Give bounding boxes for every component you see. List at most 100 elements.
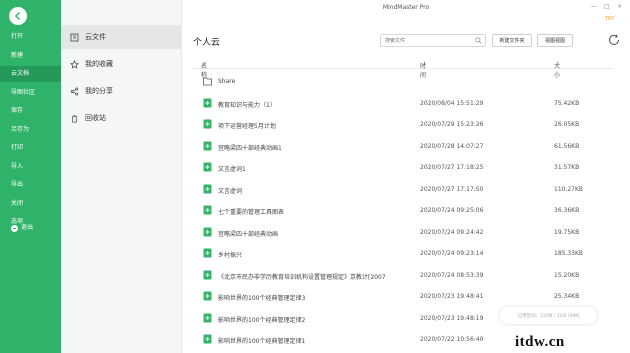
file-row[interactable]: 宫略梁四十部经典动画1 2020/07/28 14:07:27 61.56KB — [193, 136, 613, 157]
cloud-file-icon — [70, 33, 79, 41]
mindmap-file-icon — [203, 205, 212, 215]
file-time: 2020/07/22 10:56:40 — [420, 336, 484, 343]
sort-desc-icon: ↓ — [422, 61, 427, 67]
left-menu-item[interactable]: 导出 — [0, 177, 61, 193]
search-input[interactable] — [381, 35, 471, 46]
file-time: 2020/08/04 15:51:29 — [420, 99, 484, 107]
maximize-icon[interactable]: □ — [604, 3, 610, 10]
left-menu-item[interactable]: 另存为 — [0, 122, 61, 138]
file-name: 文言虚词 — [218, 187, 243, 195]
search-icon[interactable] — [475, 37, 482, 44]
share-icon — [70, 87, 79, 95]
layout-view-button[interactable]: 视图视图 — [537, 34, 573, 47]
file-name: 宫略梁四十部经典动画 — [218, 230, 279, 238]
folder-row[interactable]: Share — [193, 71, 613, 92]
close-icon[interactable]: × — [617, 3, 622, 10]
nav-item-label: 我的分享 — [85, 87, 113, 95]
left-menu-item[interactable]: 保存 — [0, 103, 61, 119]
left-menu-item[interactable]: 打印 — [0, 140, 61, 156]
file-name: 影响世界的100个经典管理定律2 — [218, 316, 306, 324]
table-header: 名称 ⇕ 时间 ↓ 大小 ⇕ — [193, 55, 613, 79]
file-time: 2020/07/23 19:48:19 — [420, 314, 484, 322]
file-size: 15.20KB — [554, 271, 580, 279]
app-title: MindMaster Pro — [382, 4, 430, 11]
file-name: Share — [218, 78, 236, 85]
file-name: 影响世界的100个经典管理定律3 — [218, 295, 306, 302]
file-size: 185.33KB — [554, 250, 584, 257]
mindmap-file-icon — [203, 162, 212, 172]
file-time: 2020/07/23 19:48:41 — [420, 293, 484, 300]
file-row[interactable]: 乡村振兴 2020/07/24 09:23:14 185.33KB — [193, 243, 613, 264]
nav-item-label: 云文件 — [85, 33, 106, 41]
exit-icon — [11, 224, 18, 232]
trash-icon — [71, 114, 78, 122]
file-name: 文言虚词1 — [218, 166, 246, 173]
file-time: 2020/07/24 09:25:06 — [420, 207, 484, 214]
mindmap-file-icon — [203, 270, 212, 279]
file-row[interactable]: 教育知识与能力（1） 2020/08/04 15:51:29 75.42KB — [193, 93, 613, 114]
star-icon — [70, 59, 79, 69]
file-size: 19.75KB — [554, 228, 580, 236]
file-time: 2020/07/27 17:17:50 — [420, 185, 484, 193]
mindmap-file-icon — [203, 291, 212, 301]
exit-label: 退出 — [21, 224, 34, 231]
file-row[interactable]: 《北京市民办非学历教育培训机构设置管理规定》京教计[2007 2020/07/24… — [193, 265, 613, 286]
folder-icon — [203, 77, 212, 86]
mindmap-file-icon — [203, 313, 212, 322]
file-size: 26.05KB — [554, 121, 580, 128]
refresh-icon[interactable] — [607, 33, 621, 47]
file-name: 教育知识与能力（1） — [218, 101, 276, 109]
file-row[interactable]: 项下运营经理5月计划 2020/07/29 15:23:26 26.05KB — [193, 114, 613, 135]
mindmap-file-icon — [203, 184, 212, 193]
file-row[interactable]: 文言虚词1 2020/07/27 17:18:25 31.57KB — [193, 157, 613, 178]
cloud-nav-column: 云文件 我的收藏 我的分享 回收站 — [61, 0, 182, 353]
mindmap-file-icon — [203, 227, 212, 236]
left-menu-item[interactable]: 新建 — [0, 48, 61, 64]
left-menu-bar: 打开 新建 云文档 导图社区 保存 另存为 打印 导入 导出 关闭 选项 退出 — [0, 0, 61, 353]
file-time: 2020/07/29 15:23:26 — [420, 121, 484, 128]
search-box — [380, 34, 486, 47]
file-time: 2020/07/28 14:07:27 — [420, 142, 484, 150]
nav-item-label: 我的收藏 — [85, 60, 113, 68]
sort-icon: ⇕ — [556, 61, 561, 67]
nav-item-recycle-bin[interactable]: 回收站 — [61, 106, 182, 130]
file-size: 31.57KB — [554, 164, 580, 171]
file-time: 2020/07/24 09:23:14 — [420, 250, 484, 257]
file-name: 影响世界的100个经典管理定律1 — [218, 338, 306, 345]
file-size: 25.34KB — [554, 293, 580, 300]
mindmap-file-icon — [203, 119, 212, 129]
file-size: 110.27KB — [554, 185, 584, 193]
file-time: 2020/07/27 17:18:25 — [420, 164, 484, 171]
user-badge[interactable]: TRY — [605, 16, 614, 22]
file-size: 36.36KB — [554, 207, 580, 214]
file-time: 2020/07/24 09:24:42 — [420, 228, 484, 236]
left-menu-item[interactable]: 导入 — [0, 159, 61, 175]
watermark-logo: itdw.cn — [515, 334, 565, 350]
file-time: 2020/07/24 08:53:39 — [420, 271, 484, 279]
mindmap-file-icon — [203, 334, 212, 344]
left-menu-item[interactable]: 导图社区 — [0, 85, 61, 101]
page-title: 个人云 — [193, 38, 221, 48]
left-menu-item[interactable]: 打开 — [0, 29, 61, 45]
file-row[interactable]: 七个重要的管理工具图表 2020/07/24 09:25:06 36.36KB — [193, 200, 613, 221]
file-row[interactable]: 宫略梁四十部经典动画 2020/07/24 09:24:42 19.75KB — [193, 222, 613, 243]
nav-item-favorites[interactable]: 我的收藏 — [61, 52, 182, 76]
file-size: 75.42KB — [554, 99, 580, 107]
minimize-icon[interactable]: — — [591, 3, 597, 10]
new-folder-button[interactable]: 新建文件夹 — [492, 34, 532, 47]
left-menu-item[interactable]: 云文档 — [0, 66, 61, 82]
file-name: 乡村振兴 — [218, 252, 243, 259]
mindmap-file-icon — [203, 248, 212, 258]
file-row[interactable]: 影响世界的100个经典管理定律3 2020/07/23 19:48:41 25.34… — [193, 286, 613, 307]
file-size: 61.56KB — [554, 142, 580, 150]
file-name: 七个重要的管理工具图表 — [218, 209, 285, 216]
file-row[interactable]: 文言虚词 2020/07/27 17:17:50 110.27KB — [193, 179, 613, 200]
title-bar: MindMaster Pro — [182, 0, 630, 16]
exit-button[interactable]: 退出 — [0, 220, 61, 236]
back-arrow-icon[interactable] — [9, 7, 27, 25]
mindmap-file-icon — [203, 98, 212, 107]
left-menu-item[interactable]: 关闭 — [0, 196, 61, 212]
storage-usage-toast: 已用空间：335M / 2GB (SIM) — [500, 307, 597, 324]
nav-item-cloud-file[interactable]: 云文件 — [61, 25, 182, 49]
nav-item-my-shares[interactable]: 我的分享 — [61, 79, 182, 103]
